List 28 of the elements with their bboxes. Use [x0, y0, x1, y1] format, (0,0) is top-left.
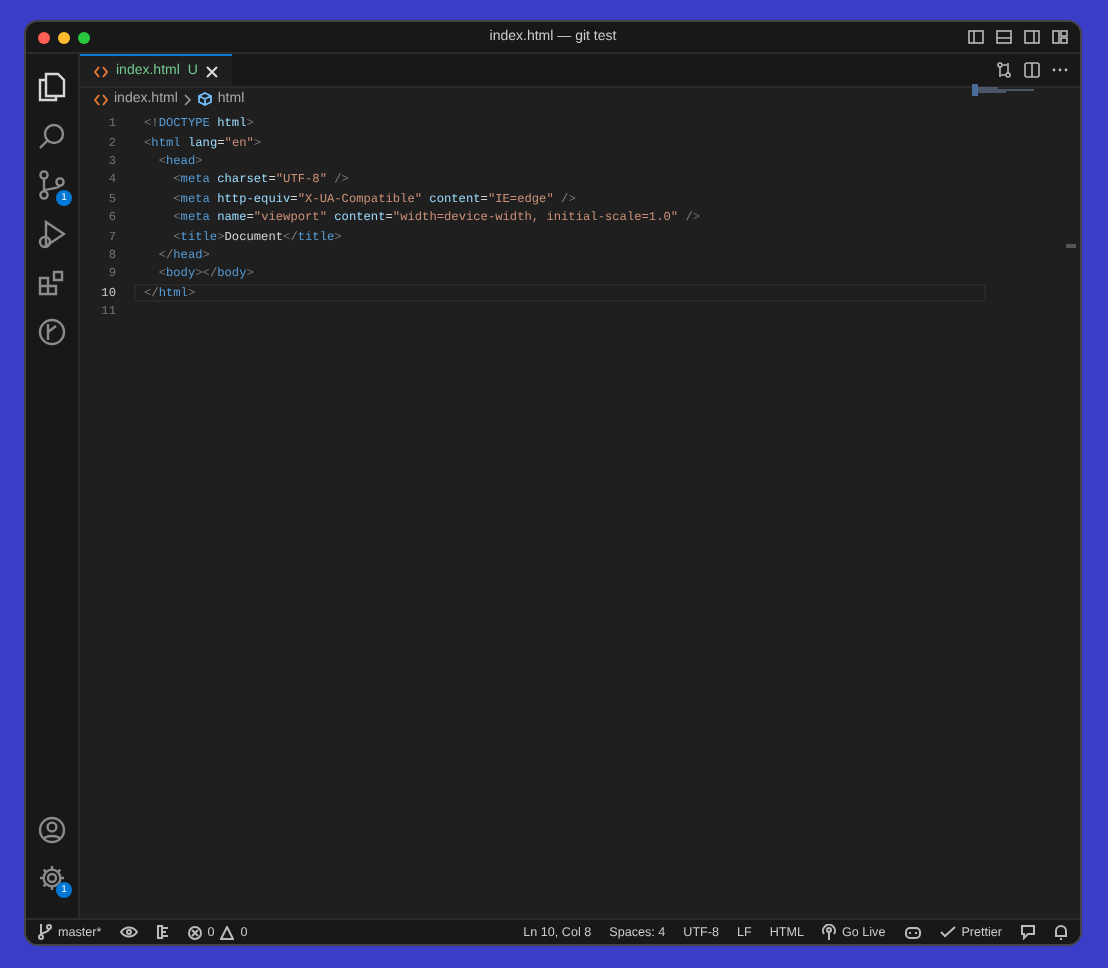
extensions-icon[interactable]	[38, 270, 66, 298]
layout-icon[interactable]	[1052, 30, 1068, 44]
explorer-icon[interactable]	[38, 72, 66, 102]
account-icon[interactable]	[38, 816, 66, 844]
html-file-icon	[94, 65, 108, 77]
check-icon	[939, 926, 956, 938]
branch-icon	[38, 924, 52, 940]
html-file-icon	[94, 93, 108, 105]
compare-icon[interactable]	[996, 62, 1012, 78]
split-editor-icon[interactable]	[1024, 62, 1040, 78]
robot-icon[interactable]	[903, 925, 922, 939]
error-icon	[187, 925, 202, 939]
search-icon[interactable]	[38, 122, 66, 150]
plug-icon[interactable]	[155, 924, 170, 940]
minimap[interactable]	[972, 84, 1036, 96]
bell-icon[interactable]	[1054, 924, 1068, 940]
sidebar-layout-icon[interactable]	[968, 30, 984, 44]
run-icon[interactable]	[38, 220, 66, 250]
chevron-icon	[183, 93, 192, 105]
broadcast-icon	[822, 924, 836, 940]
secondary-sidebar-icon[interactable]	[1024, 30, 1040, 44]
warning-icon	[220, 925, 235, 939]
close-icon[interactable]	[205, 65, 218, 77]
feedback-icon[interactable]	[1020, 924, 1036, 940]
graph-icon[interactable]	[38, 318, 66, 346]
cube-icon	[197, 92, 212, 106]
panel-layout-icon[interactable]	[996, 30, 1012, 44]
eye-icon[interactable]	[119, 926, 138, 938]
